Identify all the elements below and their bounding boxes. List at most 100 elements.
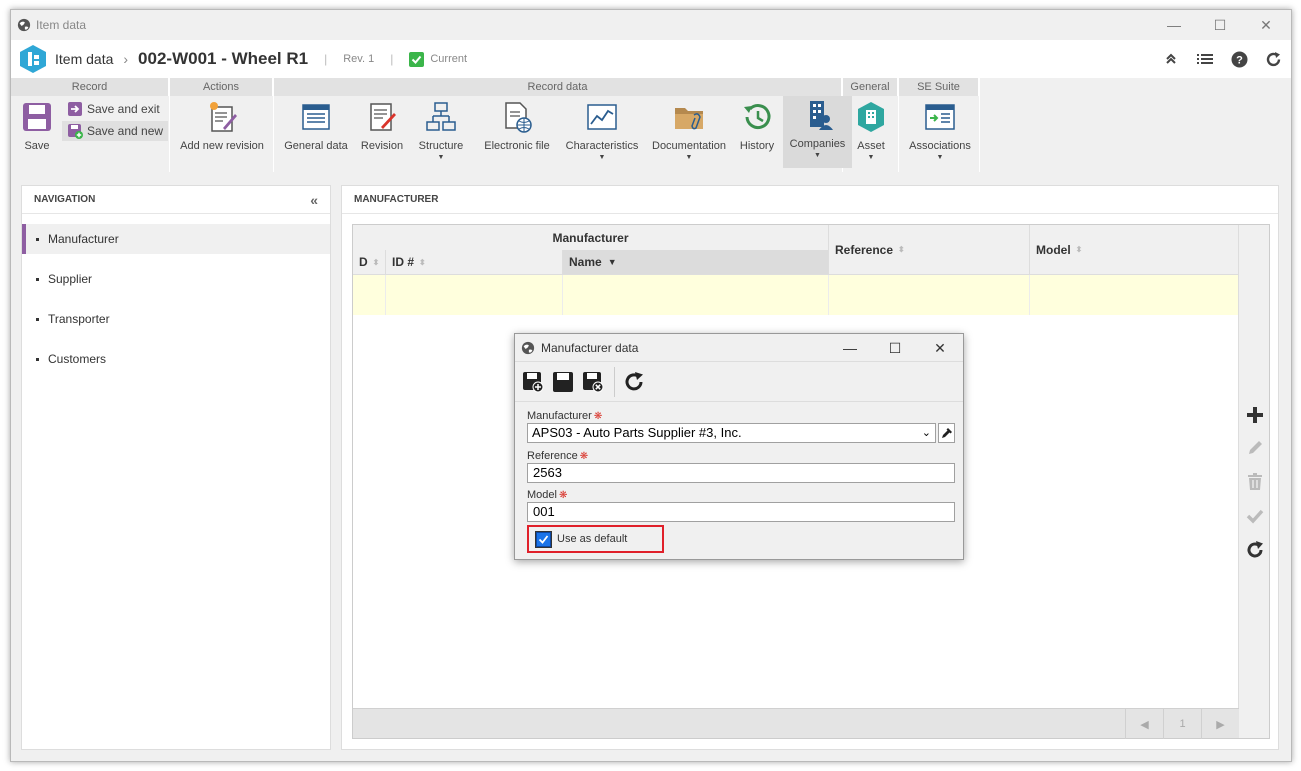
column-model-label: Model	[1036, 242, 1071, 257]
associations-button[interactable]: Associations ▼	[905, 98, 975, 166]
dropdown-arrow-icon: ▼	[814, 152, 821, 159]
nav-item-label: Transporter	[48, 312, 110, 326]
next-page-icon[interactable]: ▶	[1201, 709, 1239, 739]
column-header-model[interactable]: Model ⬍	[1030, 225, 1239, 275]
dialog-title-bar: Manufacturer data — ☐ ✕	[515, 334, 963, 362]
previous-page-icon[interactable]: ◀	[1125, 709, 1163, 739]
save-button[interactable]: Save	[15, 98, 59, 166]
asset-button[interactable]: Asset ▼	[849, 98, 893, 166]
save-and-new-icon[interactable]	[522, 371, 544, 393]
eyedropper-picker-button[interactable]	[938, 423, 955, 443]
ribbon-toolbar: Record Save Save and exit Save and new A…	[11, 78, 1291, 173]
pagination: ◀ 1 ▶	[1125, 709, 1239, 739]
help-icon[interactable]: ?	[1229, 49, 1249, 69]
label-text: Reference	[527, 450, 578, 462]
manufacturer-field-label: Manufacturer ❋	[527, 410, 602, 422]
column-header-name[interactable]: Name ▼	[563, 250, 829, 275]
edit-icon[interactable]	[1245, 438, 1265, 458]
group-title: Record data	[274, 78, 842, 96]
minimize-button[interactable]: —	[1151, 10, 1197, 40]
nav-item-manufacturer[interactable]: Manufacturer	[22, 224, 330, 254]
dropdown-arrow-icon: ▼	[598, 154, 606, 161]
save-label: Save	[24, 140, 50, 152]
confirm-check-icon[interactable]	[1245, 506, 1265, 526]
nav-item-label: Customers	[48, 352, 107, 366]
manufacturer-value: APS03 - Auto Parts Supplier #3, Inc.	[532, 425, 742, 440]
save-icon[interactable]	[552, 371, 574, 393]
nav-item-supplier[interactable]: Supplier	[22, 264, 330, 294]
ribbon-group-se-suite: SE Suite Associations ▼	[899, 78, 980, 172]
dialog-minimize-button[interactable]: —	[830, 334, 870, 362]
navigation-title: NAVIGATION	[34, 194, 96, 205]
save-icon	[23, 103, 51, 131]
companies-button[interactable]: Companies ▼	[783, 96, 852, 168]
revision-icon	[370, 103, 396, 131]
list-menu-icon[interactable]	[1195, 49, 1215, 69]
grid-action-bar	[1238, 225, 1269, 738]
electronic-file-button[interactable]: Electronic file	[475, 98, 559, 166]
use-as-default-highlight: Use as default	[527, 525, 664, 553]
label-text: Model	[527, 489, 557, 501]
dialog-maximize-button[interactable]: ☐	[875, 334, 915, 362]
history-button[interactable]: History	[736, 98, 778, 166]
reference-input[interactable]: 2563	[527, 463, 955, 483]
add-revision-label: Add new revision	[180, 140, 264, 152]
save-and-close-icon[interactable]	[582, 371, 604, 393]
characteristics-button[interactable]: Characteristics ▼	[562, 98, 642, 166]
refresh-icon[interactable]	[1245, 540, 1265, 560]
structure-button[interactable]: Structure ▼	[414, 98, 468, 166]
column-header-d[interactable]: D ⬍	[353, 250, 386, 275]
required-icon: ❋	[579, 451, 589, 462]
use-as-default-checkbox[interactable]	[536, 531, 551, 547]
asset-icon	[858, 102, 884, 132]
characteristics-label: Characteristics	[565, 140, 639, 152]
close-window-button[interactable]: ✕	[1243, 10, 1289, 40]
status-label: Current	[430, 53, 468, 65]
add-icon[interactable]	[1245, 405, 1265, 425]
model-input[interactable]: 001	[527, 502, 955, 522]
documentation-label: Documentation	[652, 140, 726, 152]
main-header: MANUFACTURER	[342, 186, 1278, 214]
ribbon-group-actions: Actions Add new revision	[170, 78, 274, 172]
required-icon: ❋	[558, 490, 568, 501]
bullet-icon	[36, 277, 39, 281]
general-data-button[interactable]: General data	[280, 98, 352, 166]
sort-icon: ⬍	[898, 245, 905, 254]
save-and-exit-button[interactable]: Save and exit	[62, 99, 165, 119]
chevron-down-icon: ⌄	[921, 427, 931, 439]
electronic-file-label: Electronic file	[484, 140, 550, 152]
status-check-icon	[409, 51, 425, 67]
title-bar: Item data — ☐ ✕	[11, 10, 1291, 40]
nav-item-customers[interactable]: Customers	[22, 344, 330, 374]
revision-button[interactable]: Revision	[357, 98, 407, 166]
refresh-icon[interactable]	[1263, 49, 1283, 69]
model-field-label: Model ❋	[527, 489, 567, 501]
toolbar-separator	[614, 366, 615, 397]
add-revision-icon	[210, 102, 237, 132]
nav-item-transporter[interactable]: Transporter	[22, 304, 330, 334]
globe-icon	[521, 341, 535, 354]
ribbon-group-record: Record Save Save and exit Save and new	[11, 78, 170, 172]
table-cell	[386, 275, 563, 315]
refresh-icon[interactable]	[623, 371, 645, 393]
save-new-label: Save and new	[87, 124, 164, 138]
table-row[interactable]	[353, 275, 1239, 315]
manufacturer-select[interactable]: APS03 - Auto Parts Supplier #3, Inc. ⌄	[527, 423, 936, 443]
collapse-panel-icon[interactable]: «	[310, 193, 318, 207]
save-and-new-button[interactable]: Save and new	[62, 121, 169, 141]
navigation-panel: NAVIGATION « Manufacturer Supplier Trans…	[21, 185, 331, 750]
add-new-revision-button[interactable]: Add new revision	[176, 98, 268, 166]
collapse-up-icon[interactable]	[1161, 49, 1181, 69]
table-cell	[563, 275, 829, 315]
maximize-button[interactable]: ☐	[1197, 10, 1243, 40]
dialog-close-button[interactable]: ✕	[920, 334, 960, 362]
separator: |	[390, 52, 394, 66]
column-header-id[interactable]: ID # ⬍	[386, 250, 563, 275]
column-header-reference[interactable]: Reference ⬍	[829, 225, 1030, 275]
sort-icon: ⬍	[372, 257, 380, 267]
documentation-button[interactable]: Documentation ▼	[648, 98, 730, 166]
asset-label: Asset	[857, 140, 885, 152]
window-title: Item data	[36, 18, 87, 32]
delete-icon[interactable]	[1245, 472, 1265, 492]
companies-icon	[809, 101, 833, 130]
